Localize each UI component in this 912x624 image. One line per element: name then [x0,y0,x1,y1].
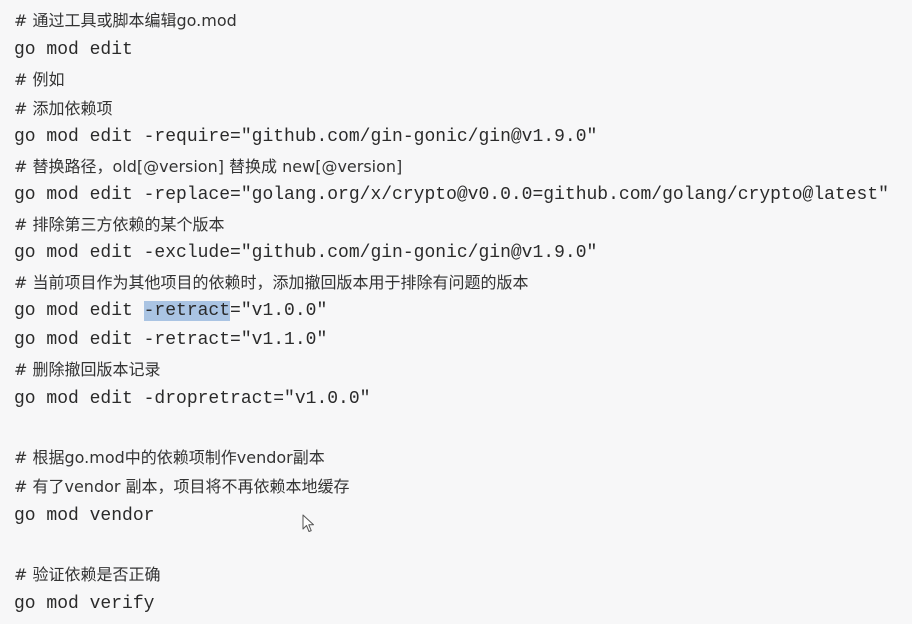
code-line: # 排除第三方依赖的某个版本 [14,215,225,234]
code-line: go mod vendor [14,506,155,526]
code-line: go mod verify [14,594,155,614]
code-line: go mod edit -require="github.com/gin-gon… [14,127,598,147]
code-line: # 替换路径，old[@version] 替换成 new[@version] [14,157,403,176]
code-line: go mod edit [14,40,133,60]
code-line: go mod edit -replace="golang.org/x/crypt… [14,185,889,205]
code-line: go mod edit -exclude="github.com/gin-gon… [14,243,598,263]
mouse-pointer-icon [302,514,314,532]
code-line: # 有了vendor 副本，项目将不再依赖本地缓存 [14,477,350,496]
code-line: # 添加依赖项 [14,99,113,118]
code-text: ="v1.0.0" [230,301,328,321]
code-line: # 当前项目作为其他项目的依赖时，添加撤回版本用于排除有问题的版本 [14,273,529,292]
code-line: go mod edit -retract="v1.1.0" [14,330,328,350]
code-line[interactable]: go mod edit -retract="v1.0.0" [14,297,327,326]
code-line: go mod edit -dropretract="v1.0.0" [14,389,371,409]
code-line: # 例如 [14,70,65,89]
code-line: # 删除撤回版本记录 [14,360,161,379]
selected-text[interactable]: -retract [143,301,231,321]
code-line: # 根据go.mod中的依赖项制作vendor副本 [14,448,325,467]
code-text: go mod edit [14,301,144,321]
code-block: # 通过工具或脚本编辑go.mod go mod edit # 例如 # 添加依… [0,0,912,624]
code-line: # 通过工具或脚本编辑go.mod [14,11,237,30]
code-line: # 验证依赖是否正确 [14,565,161,584]
